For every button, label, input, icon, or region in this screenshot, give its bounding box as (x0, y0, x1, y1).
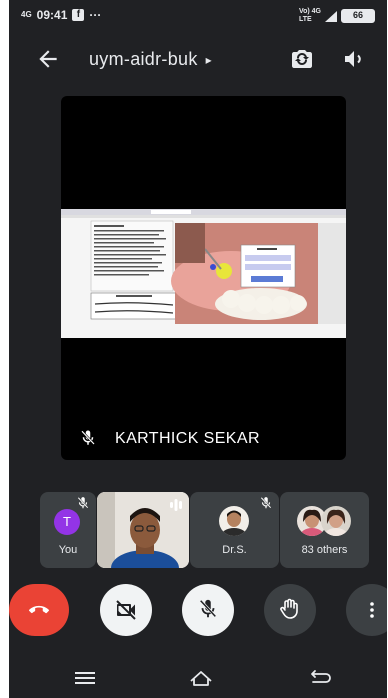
more-options-button[interactable] (346, 584, 387, 636)
arrow-left-icon[interactable] (35, 46, 61, 72)
mic-off-icon (81, 430, 95, 445)
speaker-icon[interactable] (342, 47, 366, 71)
camera-off-icon (116, 600, 136, 620)
back-nav-icon[interactable] (309, 668, 333, 688)
avatar (321, 506, 351, 536)
home-icon[interactable] (189, 668, 213, 688)
more-vert-icon (370, 602, 374, 618)
presenter-name: KARTHICK SEKAR (115, 430, 260, 447)
mic-off-icon (77, 497, 89, 509)
menu-icon[interactable] (73, 668, 97, 688)
participant-label: Dr.S. (222, 544, 247, 556)
mic-off-icon (260, 497, 272, 509)
mic-toggle-button[interactable] (182, 584, 234, 636)
participant-label: You (58, 544, 78, 556)
participant-tile-you[interactable]: T You (40, 492, 96, 568)
meeting-code-button[interactable]: uym-aidr-buk ▸ (89, 49, 212, 70)
hand-icon (280, 598, 298, 619)
system-navigation-bar (9, 660, 387, 698)
more-notifications: ··· (89, 8, 102, 22)
mic-off-icon (199, 599, 217, 618)
phone-hangup-icon (29, 605, 49, 614)
avatar: T (54, 509, 80, 535)
meet-screen: 4G 09:41 f ··· Vo) 4G LTE 66 uym-aidr-bu… (9, 0, 387, 698)
participant-tile-others[interactable]: 83 others (280, 492, 369, 568)
participant-label: 83 others (301, 544, 348, 556)
status-bar: 4G 09:41 f ··· Vo) 4G LTE 66 (9, 0, 387, 30)
network-indicator: 4G (21, 10, 32, 19)
signal-icon (325, 10, 337, 22)
meeting-code: uym-aidr-buk (89, 49, 198, 69)
clock: 09:41 (36, 8, 68, 22)
switch-camera-icon[interactable] (289, 47, 315, 71)
presenter-tile[interactable]: KARTHICK SEKAR (61, 96, 346, 460)
screen-share-view (61, 209, 346, 338)
participant-tile-video[interactable] (97, 492, 189, 568)
battery-indicator: 66 (341, 9, 375, 23)
participant-tile-drs[interactable]: Dr.S. (190, 492, 279, 568)
raise-hand-button[interactable] (264, 584, 316, 636)
shared-slide-image (61, 209, 346, 338)
meeting-header: uym-aidr-buk ▸ (9, 38, 387, 80)
call-controls (9, 584, 387, 638)
volte-indicator: Vo) 4G LTE (298, 8, 321, 23)
end-call-button[interactable] (9, 584, 69, 636)
caret-right-icon: ▸ (205, 53, 212, 68)
avatar (219, 506, 249, 536)
audio-level-icon (170, 499, 182, 511)
camera-toggle-button[interactable] (100, 584, 152, 636)
facebook-notification-icon: f (72, 9, 85, 21)
